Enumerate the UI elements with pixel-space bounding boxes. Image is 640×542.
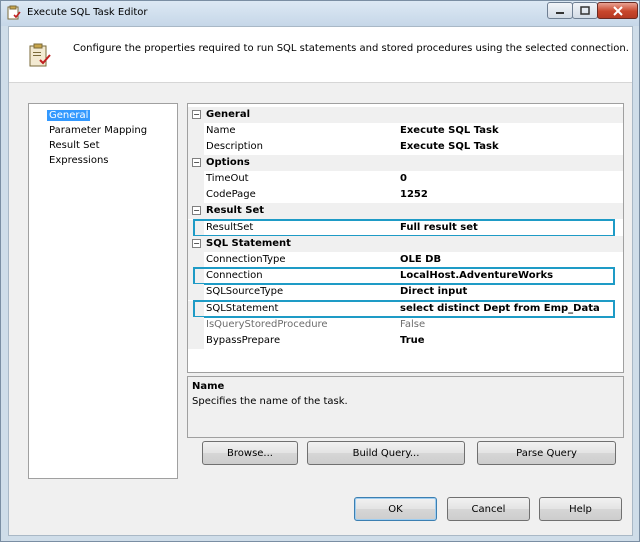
category-result-set[interactable]: − Result Set bbox=[188, 203, 623, 219]
highlight-box-sqlstatement bbox=[193, 300, 615, 318]
highlight-box-connection bbox=[193, 267, 615, 285]
nav-item-parameter-mapping[interactable]: Parameter Mapping bbox=[49, 125, 147, 136]
parse-query-button[interactable]: Parse Query bbox=[477, 441, 616, 465]
collapse-icon[interactable]: − bbox=[192, 239, 201, 248]
property-name: Name bbox=[206, 125, 236, 136]
property-row-timeout[interactable]: TimeOut 0 bbox=[188, 171, 623, 187]
window-title: Execute SQL Task Editor bbox=[27, 7, 148, 18]
category-options[interactable]: − Options bbox=[188, 155, 623, 171]
property-value: False bbox=[400, 319, 426, 330]
property-name: IsQueryStoredProcedure bbox=[206, 319, 328, 330]
execute-sql-task-editor-window: Execute SQL Task Editor Configure the pr… bbox=[0, 0, 640, 542]
maximize-icon bbox=[580, 6, 590, 15]
property-value[interactable]: Execute SQL Task bbox=[400, 141, 499, 152]
collapse-icon[interactable]: − bbox=[192, 158, 201, 167]
property-row-description[interactable]: Description Execute SQL Task bbox=[188, 139, 623, 155]
property-name: ConnectionType bbox=[206, 254, 286, 265]
property-value[interactable]: OLE DB bbox=[400, 254, 441, 265]
property-row-sqlsourcetype[interactable]: SQLSourceType Direct input bbox=[188, 284, 623, 300]
nav-item-general[interactable]: General bbox=[47, 110, 91, 121]
close-icon bbox=[612, 5, 623, 16]
help-button[interactable]: Help bbox=[539, 497, 622, 521]
category-general[interactable]: − General bbox=[188, 107, 623, 123]
category-sql-statement[interactable]: − SQL Statement bbox=[188, 236, 623, 252]
collapse-icon[interactable]: − bbox=[192, 206, 201, 215]
property-name: BypassPrepare bbox=[206, 335, 281, 346]
ok-button[interactable]: OK bbox=[354, 497, 437, 521]
nav-item-expressions[interactable]: Expressions bbox=[49, 155, 109, 166]
property-row-isquerystoredprocedure[interactable]: IsQueryStoredProcedure False bbox=[188, 317, 623, 333]
property-name: CodePage bbox=[206, 189, 256, 200]
cancel-button[interactable]: Cancel bbox=[447, 497, 530, 521]
property-value[interactable]: True bbox=[400, 335, 425, 346]
property-row-connectiontype[interactable]: ConnectionType OLE DB bbox=[188, 252, 623, 268]
minimize-button[interactable] bbox=[547, 2, 573, 19]
clipboard-check-icon bbox=[29, 43, 51, 67]
property-value[interactable]: Execute SQL Task bbox=[400, 125, 499, 136]
dialog-instructions: Configure the properties required to run… bbox=[73, 43, 629, 54]
property-value[interactable]: 1252 bbox=[400, 189, 428, 200]
property-row-name[interactable]: Name Execute SQL Task bbox=[188, 123, 623, 139]
description-text: Specifies the name of the task. bbox=[192, 396, 348, 407]
build-query-button[interactable]: Build Query... bbox=[307, 441, 465, 465]
dialog-client-area: Configure the properties required to run… bbox=[8, 26, 633, 536]
sql-task-icon bbox=[7, 5, 21, 20]
property-name: TimeOut bbox=[206, 173, 249, 184]
browse-button[interactable]: Browse... bbox=[202, 441, 298, 465]
property-value[interactable]: Direct input bbox=[400, 286, 467, 297]
minimize-icon bbox=[556, 11, 564, 14]
nav-item-result-set[interactable]: Result Set bbox=[49, 140, 100, 151]
property-name: Description bbox=[206, 141, 263, 152]
description-title: Name bbox=[192, 381, 225, 392]
property-description-panel: Name Specifies the name of the task. bbox=[187, 376, 624, 438]
property-row-codepage[interactable]: CodePage 1252 bbox=[188, 187, 623, 203]
collapse-icon[interactable]: − bbox=[192, 110, 201, 119]
property-grid: − General Name Execute SQL Task Descript… bbox=[187, 103, 624, 373]
title-bar[interactable]: Execute SQL Task Editor bbox=[1, 1, 639, 26]
property-name: SQLSourceType bbox=[206, 286, 284, 297]
maximize-button[interactable] bbox=[572, 2, 598, 19]
property-row-bypassprepare[interactable]: BypassPrepare True bbox=[188, 333, 623, 349]
dialog-header: Configure the properties required to run… bbox=[9, 27, 632, 83]
highlight-box-resultset bbox=[193, 219, 615, 237]
property-value[interactable]: 0 bbox=[400, 173, 407, 184]
page-navigation-list: General Parameter Mapping Result Set Exp… bbox=[28, 103, 178, 479]
close-button[interactable] bbox=[597, 2, 638, 19]
